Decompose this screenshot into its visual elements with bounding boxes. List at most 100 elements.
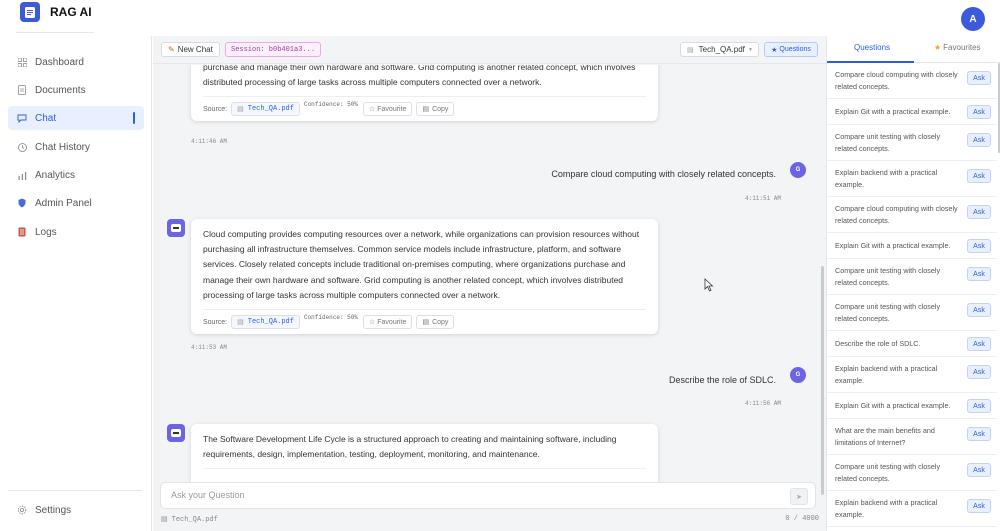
- sidebar-item-dashboard[interactable]: Dashboard: [8, 50, 144, 74]
- copy-button[interactable]: ▤ Copy: [416, 102, 455, 117]
- message-text: Cloud computing provides computing resou…: [203, 229, 640, 300]
- question-input-box: ➤: [160, 482, 816, 509]
- question-text: Compare unit testing with closely relate…: [835, 132, 941, 153]
- source-label: Source:: [203, 105, 228, 113]
- source-label: Source:: [203, 318, 228, 326]
- session-badge: Session: b0b401a3...: [225, 42, 322, 57]
- file-select[interactable]: ▤ Tech_QA.pdf ▼: [680, 42, 759, 57]
- ask-button[interactable]: Ask: [967, 105, 991, 119]
- pencil-icon: ✎: [168, 45, 175, 54]
- message-list[interactable]: purchase and manage their own hardware a…: [153, 65, 826, 507]
- ask-button[interactable]: Ask: [967, 205, 991, 219]
- active-indicator: [133, 112, 135, 124]
- divider: [8, 490, 142, 491]
- question-text: Compare unit testing with closely relate…: [835, 302, 941, 323]
- shield-icon: [17, 198, 27, 208]
- question-input[interactable]: [171, 490, 751, 500]
- mouse-cursor-icon: [704, 278, 714, 292]
- copy-button[interactable]: ▤ Copy: [416, 315, 455, 330]
- question-list-item[interactable]: Compare cloud computing with closely rel…: [827, 63, 997, 99]
- ask-button[interactable]: Ask: [967, 427, 991, 441]
- message-timestamp: 4:11:51 AM: [745, 195, 782, 202]
- sidebar-item-settings[interactable]: Settings: [8, 498, 144, 522]
- tab-questions[interactable]: Questions: [854, 43, 890, 52]
- favourite-button[interactable]: ☆ Favourite: [362, 315, 413, 330]
- question-text: Describe the role of SDLC.: [835, 339, 921, 348]
- question-text: Explain backend with a practical example…: [835, 168, 938, 189]
- ask-button[interactable]: Ask: [967, 169, 991, 183]
- question-list-item[interactable]: Compare unit testing with closely relate…: [827, 295, 997, 331]
- sidebar-item-documents[interactable]: Documents: [8, 78, 144, 102]
- bot-message: purchase and manage their own hardware a…: [191, 65, 658, 122]
- ask-button[interactable]: Ask: [967, 499, 991, 513]
- star-icon: ★: [771, 46, 778, 54]
- ask-button[interactable]: Ask: [967, 239, 991, 253]
- ask-button[interactable]: Ask: [967, 71, 991, 85]
- sidebar-item-admin-panel[interactable]: Admin Panel: [8, 191, 144, 215]
- question-list-item[interactable]: Describe the role of SDLC. Ask: [827, 331, 997, 357]
- message-timestamp: 4:11:53 AM: [191, 344, 228, 351]
- tab-favourites[interactable]: ★ Favourites: [934, 43, 981, 52]
- ask-button[interactable]: Ask: [967, 267, 991, 281]
- ask-button[interactable]: Ask: [967, 337, 991, 351]
- chat-scrollbar[interactable]: [821, 266, 824, 495]
- source-file-chip[interactable]: ▤ Tech_QA.pdf: [231, 102, 300, 117]
- copy-icon: ▤: [422, 106, 430, 114]
- sidebar-item-chat-history[interactable]: Chat History: [8, 135, 144, 159]
- chat-icon: [17, 113, 27, 123]
- document-icon: ▤: [237, 105, 244, 114]
- question-text: Compare cloud computing with closely rel…: [835, 204, 958, 225]
- message-footer: Source: ▤ Tech_QA.pdf Confidence: 50% ☆ Fa…: [203, 310, 646, 334]
- sidebar-item-chat[interactable]: Chat: [8, 106, 144, 130]
- divider: [16, 32, 94, 33]
- ask-button[interactable]: Ask: [967, 133, 991, 147]
- star-icon: ★: [934, 43, 942, 52]
- question-list-item[interactable]: Compare unit testing with closely relate…: [827, 125, 997, 161]
- question-list-item[interactable]: Explain Git with a practical example. Ask: [827, 393, 997, 419]
- new-chat-button[interactable]: ✎ New Chat: [161, 42, 220, 57]
- copy-label: Copy: [432, 105, 449, 113]
- ask-button[interactable]: Ask: [967, 303, 991, 317]
- char-counter: 0 / 4000: [785, 515, 819, 523]
- sidebar-item-label: Analytics: [35, 169, 76, 181]
- ask-button[interactable]: Ask: [967, 463, 991, 477]
- clock-icon: [17, 142, 27, 152]
- question-list[interactable]: Compare cloud computing with closely rel…: [827, 63, 997, 531]
- question-text: Compare cloud computing with closely rel…: [835, 70, 958, 91]
- message-footer: Source: ▤ Tech_QA.pdf Confidence: 50% ☆ Fa…: [203, 97, 646, 121]
- document-icon: [17, 85, 27, 95]
- question-text: Explain backend with a practical example…: [835, 498, 938, 519]
- question-list-item[interactable]: Compare unit testing with closely relate…: [827, 259, 997, 295]
- question-list-item[interactable]: Explain backend with a practical example…: [827, 491, 997, 527]
- log-icon: [17, 227, 27, 237]
- user-message-text: Describe the role of SDLC.: [668, 375, 776, 385]
- question-list-item[interactable]: Explain Git with a practical example. Ask: [827, 99, 997, 125]
- source-file-chip[interactable]: ▤ Tech_QA.pdf: [231, 315, 300, 330]
- brand-name: RAG AI: [50, 5, 92, 19]
- sidebar-item-logs[interactable]: Logs: [8, 220, 144, 244]
- sidebar-item-analytics[interactable]: Analytics: [8, 163, 144, 187]
- question-list-item[interactable]: Explain backend with a practical example…: [827, 161, 997, 197]
- question-text: Compare unit testing with closely relate…: [835, 462, 941, 483]
- user-avatar[interactable]: A: [961, 7, 985, 31]
- gear-icon: [17, 505, 27, 515]
- tab-favourites-label: Favourites: [943, 43, 981, 52]
- question-list-item[interactable]: Compare unit testing with closely relate…: [827, 455, 997, 491]
- favourite-button[interactable]: ☆ Favourite: [362, 102, 413, 117]
- questions-toggle-button[interactable]: ★ Questions: [764, 42, 818, 57]
- question-list-item[interactable]: Explain Git with a practical example. Ask: [827, 233, 997, 259]
- logo-icon: [20, 2, 40, 22]
- sidebar-item-label: Documents: [35, 84, 86, 96]
- question-text: Explain Git with a practical example.: [835, 401, 951, 410]
- question-list-item[interactable]: Explain backend with a practical example…: [827, 357, 997, 393]
- copy-icon: ▤: [422, 319, 430, 327]
- ask-button[interactable]: Ask: [967, 365, 991, 379]
- sidebar-item-label: Chat History: [35, 141, 91, 153]
- send-button[interactable]: ➤: [790, 488, 808, 505]
- ask-button[interactable]: Ask: [967, 399, 991, 413]
- questions-toggle-label: Questions: [779, 46, 811, 53]
- user-message-avatar: G: [790, 367, 806, 383]
- question-list-item[interactable]: Compare cloud computing with closely rel…: [827, 197, 997, 233]
- sidebar-item-label: Admin Panel: [35, 197, 92, 209]
- question-list-item[interactable]: What are the main benefits and limitatio…: [827, 419, 997, 455]
